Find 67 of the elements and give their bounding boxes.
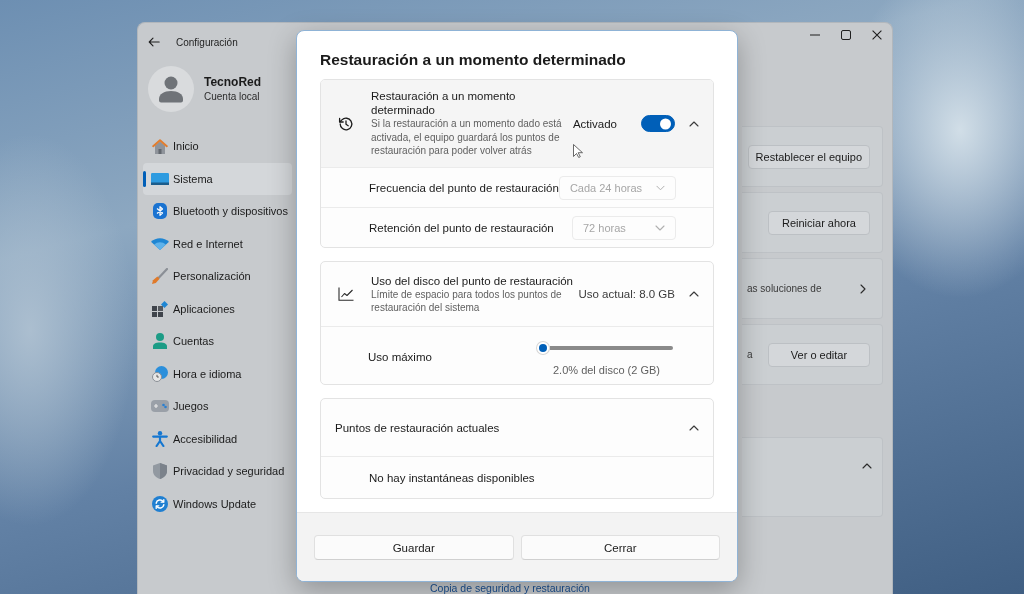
history-icon (338, 115, 354, 132)
minimize-icon (809, 34, 820, 36)
expander-header[interactable]: Restauración a un momento determinado Si la restauración a un momento dado está activada, el equipo guardará los puntos de restauración para poder volver atrás Activado (321, 80, 713, 167)
card-button[interactable]: Reiniciar ahora (768, 210, 870, 235)
chevron-up-icon[interactable] (689, 120, 699, 127)
dialog-button[interactable]: Guardar (314, 535, 514, 560)
nav-item[interactable]: Inicio (143, 130, 292, 163)
shield-icon (153, 463, 167, 480)
usage-reading: Uso actual: 8.0 GB (578, 288, 675, 300)
selection-indicator (143, 170, 146, 187)
back-icon (148, 37, 160, 47)
sync-icon (152, 495, 168, 512)
setting-description: Límite de espacio para todos los puntos de restauración del sistema (371, 287, 563, 315)
nav-item[interactable]: Bluetooth y dispositivos (143, 195, 292, 228)
chevron-right-icon (860, 283, 866, 294)
chevron-down-icon (655, 224, 665, 231)
nav-item[interactable]: Cuentas (143, 325, 292, 358)
account-type: Cuenta local (204, 90, 261, 103)
brush-icon (152, 268, 168, 285)
monitor-icon (151, 172, 169, 185)
toggle-switch[interactable] (641, 115, 675, 132)
apps-icon (152, 300, 168, 317)
card-text: a (747, 349, 753, 360)
line-chart-icon (338, 287, 354, 301)
setting-label: Retención del punto de restauración (369, 221, 554, 234)
nav-item[interactable]: Sistema (143, 162, 292, 195)
bluetooth-icon (153, 203, 167, 220)
setting-title: Uso del disco del punto de restauración (371, 273, 571, 288)
accessibility-icon (152, 430, 168, 447)
setting-label: Frecuencia del punto de restauración (369, 181, 559, 194)
nav-item[interactable]: Aplicaciones (143, 292, 292, 325)
setting-title: Puntos de restauración actuales (335, 420, 500, 435)
slider-thumb[interactable] (535, 341, 550, 355)
card-button[interactable]: Ver o editar (768, 342, 870, 367)
card-button[interactable]: Restablecer el equipo (747, 144, 870, 169)
person-icon (153, 333, 167, 350)
setting-label: Uso máximo (368, 350, 432, 364)
nav-item[interactable]: Accesibilidad (143, 422, 292, 455)
dialog-button[interactable]: Cerrar (520, 535, 720, 560)
chevron-up-icon[interactable] (862, 463, 872, 469)
backup-link[interactable]: Copia de seguridad y restauración (430, 582, 590, 594)
chevron-down-icon (656, 184, 665, 191)
setting-description: Si la restauración a un momento dado está activada, el equipo guardará los puntos de restauración para poder volver atrás (371, 117, 563, 158)
chevron-up-icon[interactable] (689, 424, 699, 431)
chevron-up-icon[interactable] (689, 291, 699, 297)
mouse-pointer-icon (573, 144, 583, 158)
gamepad-icon (151, 400, 169, 413)
globe-clock-icon (152, 365, 168, 382)
nav-item[interactable]: Windows Update (143, 487, 292, 520)
nav-item[interactable]: Hora e idioma (143, 357, 292, 390)
avatar-icon (148, 66, 194, 112)
nav-item[interactable]: Juegos (143, 390, 292, 423)
setting-title: Restauración a un momento determinado (371, 89, 517, 118)
dialog-title: Restauración a un momento determinado (320, 50, 627, 70)
empty-message: No hay instantáneas disponibles (369, 471, 535, 484)
maximize-icon (840, 30, 851, 40)
user-name: TecnoRed (204, 75, 262, 90)
wifi-icon (151, 237, 169, 250)
close-icon (871, 30, 882, 40)
status-label: Activado (572, 117, 617, 130)
house-icon (152, 138, 168, 154)
nav-item[interactable]: Red e Internet (143, 227, 292, 260)
window-title: Configuración (176, 36, 238, 48)
settings-card[interactable]: as soluciones de (742, 258, 883, 319)
slider-reading: 2.0% del disco (2 GB) (553, 364, 660, 376)
nav-item[interactable]: Personalización (143, 260, 292, 293)
nav-item[interactable]: Privacidad y seguridad (143, 455, 292, 488)
